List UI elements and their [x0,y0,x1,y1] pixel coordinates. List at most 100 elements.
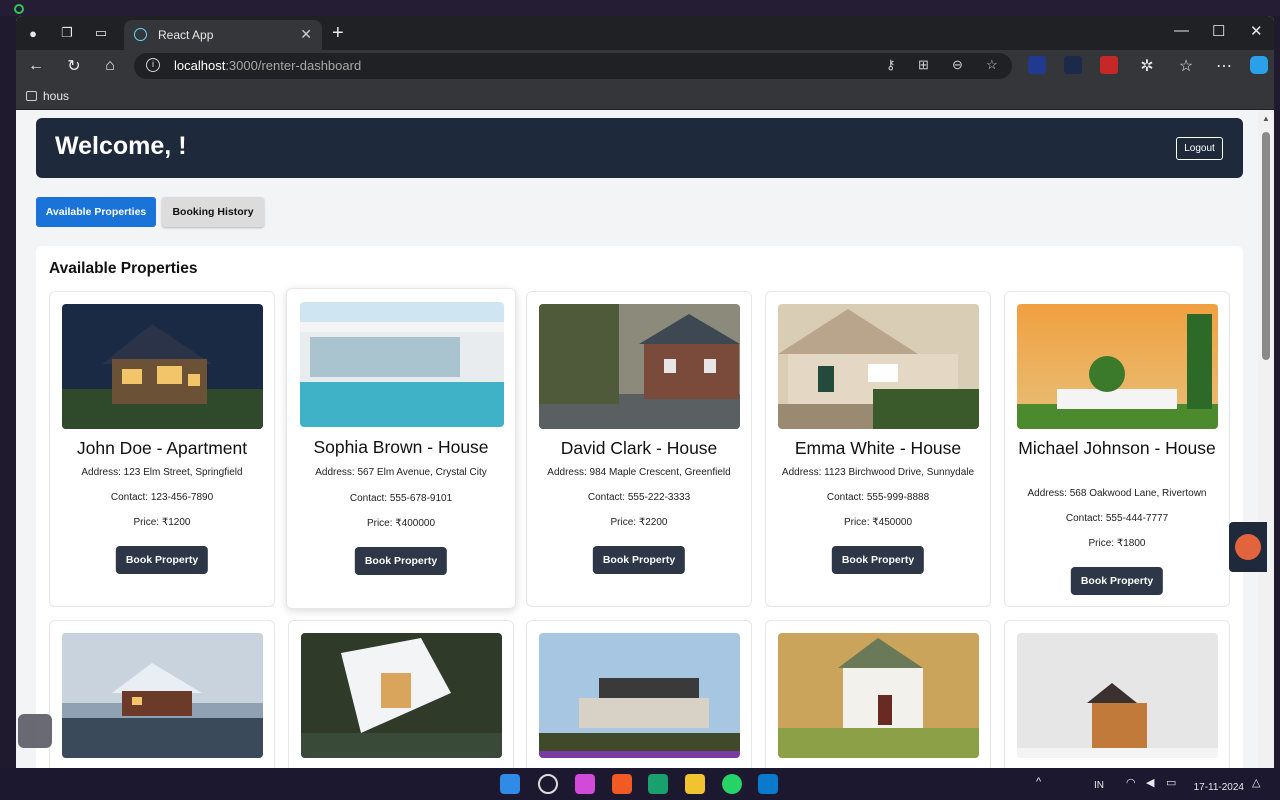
property-address: Address: 567 Elm Avenue, Crystal City [315,467,487,478]
address-bar[interactable]: i localhost:3000/renter-dashboard ⚷ ⊞ ⊖ … [134,53,1012,79]
tab-available-properties[interactable]: Available Properties [36,197,156,227]
tray-chevron-icon[interactable]: ^ [1036,776,1041,788]
property-name: Sophia Brown - House [313,437,489,457]
property-card: David Clark - House Address: 984 Maple C… [526,291,752,607]
browser-tab-react-app[interactable]: React App ✕ [124,20,322,50]
file-explorer-icon[interactable] [685,774,705,794]
property-card [288,620,514,776]
bookmark-hous[interactable]: hous [26,89,69,103]
copilot-taskbar-icon[interactable] [575,774,595,794]
search-icon[interactable] [538,774,558,794]
bookmarks-bar: hous [16,82,1274,110]
property-contact: Contact: 555-444-7777 [1065,513,1169,524]
wifi-icon[interactable]: ◠ [1126,776,1136,789]
workspaces-icon[interactable]: ❐ [58,24,76,42]
property-image [778,304,979,429]
book-property-button[interactable]: Book Property [354,547,448,575]
tab-bar: ● ❐ ▭ React App ✕ + — ☐ ✕ [16,16,1274,50]
gear-widget-icon[interactable] [1235,534,1261,560]
property-address: Address: 123 Elm Street, Springfield [81,467,243,478]
edge-icon[interactable] [648,774,668,794]
tab-actions-icon[interactable]: ▭ [92,24,110,42]
apps-icon[interactable]: ⊞ [918,57,929,73]
whatsapp-desktop-icon [14,4,24,14]
windows-taskbar: ^ IN ◠ ◀ ▭ 17-11-2024 △ [0,768,1280,800]
property-image [539,633,740,758]
notification-bell-icon[interactable]: △ [1252,776,1260,789]
dashboard-header: Welcome, ! Logout [36,118,1243,178]
bookmark-folder-icon [26,91,37,101]
start-icon[interactable] [500,774,520,794]
property-card [765,620,991,776]
brave-icon[interactable] [612,774,632,794]
new-tab-icon[interactable]: + [332,22,344,45]
battery-icon[interactable]: ▭ [1166,776,1176,789]
property-name: David Clark - House [560,438,718,458]
property-image [301,633,502,758]
book-property-button[interactable]: Book Property [1070,567,1164,595]
copilot-icon[interactable] [1250,56,1268,74]
property-image [1017,304,1218,429]
welcome-title: Welcome, ! [55,132,187,160]
property-address: Address: 1123 Birchwood Drive, Sunnydale [781,467,975,478]
url-text: localhost:3000/renter-dashboard [174,58,362,73]
region-indicator[interactable]: IN [1094,780,1104,791]
vscode-icon[interactable] [758,774,778,794]
property-name: John Doe - Apartment [76,438,248,458]
page-scrollbar[interactable]: ▲ [1258,110,1274,776]
logout-button[interactable]: Logout [1176,137,1223,160]
page-viewport: Welcome, ! Logout Available Properties B… [16,110,1258,776]
date-text[interactable]: 17-11-2024 [1194,782,1244,793]
maximize-icon[interactable]: ☐ [1212,22,1225,40]
tab-booking-history[interactable]: Booking History [162,197,264,227]
site-info-icon[interactable]: i [146,58,160,72]
tab-title: React App [158,28,214,42]
more-menu-icon[interactable]: ⋯ [1214,56,1234,76]
scroll-up-icon[interactable]: ▲ [1262,114,1270,123]
property-card: Emma White - House Address: 1123 Birchwo… [765,291,991,607]
property-name: Emma White - House [794,438,962,458]
scroll-thumb[interactable] [1262,132,1270,360]
volume-icon[interactable]: ◀ [1146,776,1154,789]
side-widget[interactable] [1229,522,1267,572]
book-property-button[interactable]: Book Property [831,546,925,574]
property-price: Price: ₹1200 [133,517,191,528]
property-card [49,620,275,776]
close-window-icon[interactable]: ✕ [1250,22,1263,40]
property-address: Address: 984 Maple Crescent, Greenfield [547,467,731,478]
property-address: Address: 568 Oakwood Lane, Rivertown [1027,488,1207,499]
extension-icon[interactable] [1028,56,1046,74]
red-extension-icon[interactable] [1100,56,1118,74]
property-contact: Contact: 555-678-9101 [349,493,453,504]
property-card: Sophia Brown - House Address: 567 Elm Av… [286,288,516,609]
favorite-star-icon[interactable]: ☆ [986,57,998,73]
property-image [539,304,740,429]
property-image [62,304,263,429]
property-card: John Doe - Apartment Address: 123 Elm St… [49,291,275,607]
property-image [778,633,979,758]
book-property-button[interactable]: Book Property [592,546,686,574]
whatsapp-icon[interactable] [722,774,742,794]
home-icon[interactable]: ⌂ [100,56,120,76]
refresh-icon[interactable]: ↻ [64,56,84,76]
property-image [1017,633,1218,758]
profile-icon[interactable]: ● [24,24,42,42]
book-property-button[interactable]: Book Property [115,546,209,574]
zoom-icon[interactable]: ⊖ [952,57,963,73]
property-name: Michael Johnson - House [1018,438,1216,458]
navigation-bar: ← ↻ ⌂ i localhost:3000/renter-dashboard … [16,50,1274,82]
floating-app-icon[interactable] [18,714,52,748]
property-price: Price: ₹1800 [1088,538,1146,549]
property-contact: Contact: 123-456-7890 [110,492,214,503]
close-tab-icon[interactable]: ✕ [300,26,312,43]
desktop-top-strip [0,0,1280,16]
property-card [526,620,752,776]
moon-extension-icon[interactable] [1064,56,1082,74]
property-price: Price: ₹2200 [610,517,668,528]
back-icon[interactable]: ← [26,56,46,76]
password-key-icon[interactable]: ⚷ [886,57,896,73]
extensions-puzzle-icon[interactable]: ✲ [1137,56,1157,76]
property-price: Price: ₹400000 [366,518,436,529]
favorites-icon[interactable]: ☆ [1176,56,1196,76]
minimize-icon[interactable]: — [1174,22,1189,39]
